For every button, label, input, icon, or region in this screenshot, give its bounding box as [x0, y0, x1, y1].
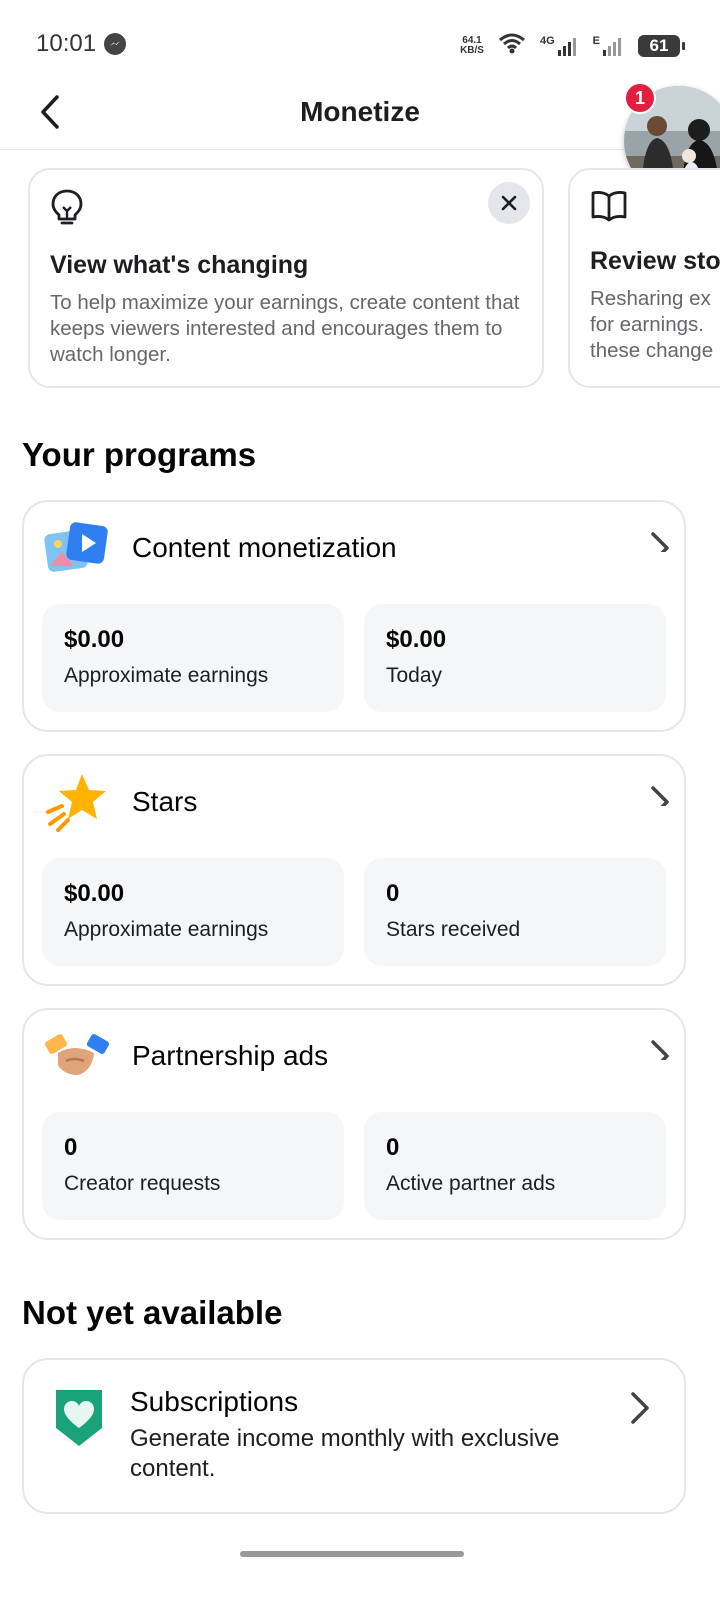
stat-box: $0.00 Approximate earnings [42, 604, 344, 712]
program-card-content-monetization[interactable]: Content monetization $0.00 Approximate e… [22, 500, 686, 732]
program-name: Partnership ads [132, 1040, 329, 1071]
home-indicator[interactable] [240, 1551, 464, 1557]
program-card-stars[interactable]: Stars $0.00 Approximate earnings 0 Stars… [22, 754, 686, 986]
section-heading-not-available: Not yet available [22, 1294, 283, 1331]
chevron-right-icon [651, 1040, 669, 1060]
tip-text: Resharing ex for earnings. these change [590, 287, 714, 362]
signal-sim1: 4G [540, 35, 579, 57]
battery-indicator: 61 [638, 34, 685, 57]
tip-card[interactable]: Review stor Resharing ex for earnings. t… [568, 168, 720, 388]
chevron-right-icon [631, 1392, 649, 1424]
signal-bars-icon [603, 37, 621, 56]
chevron-right-icon [651, 532, 669, 552]
book-icon [590, 191, 628, 226]
tip-title: Review stor [590, 247, 720, 275]
top-bar: Monetize [0, 80, 720, 150]
program-name: Subscriptions [130, 1386, 299, 1417]
handshake-icon [44, 1027, 110, 1085]
lightbulb-icon [50, 189, 84, 230]
program-card-partnership-ads[interactable]: Partnership ads 0 Creator requests 0 Act… [22, 1008, 686, 1240]
close-icon [501, 195, 517, 211]
stat-box: $0.00 Today [364, 604, 666, 712]
close-button[interactable] [488, 182, 530, 224]
status-icons: 64.1 KB/S 4G E 61 [460, 32, 685, 59]
wifi-icon [498, 32, 526, 59]
program-name: Stars [132, 786, 198, 817]
program-name: Content monetization [132, 532, 397, 563]
signal-bars-icon [557, 37, 576, 56]
status-time: 10:01 [36, 30, 127, 58]
messenger-icon [104, 33, 127, 55]
tip-text: To help maximize your earnings, create c… [50, 291, 520, 366]
program-card-subscriptions[interactable]: Subscriptions Generate income monthly wi… [22, 1358, 686, 1514]
page-title: Monetize [300, 96, 420, 127]
tip-card[interactable]: View what's changing To help maximize yo… [28, 168, 544, 388]
clock: 10:01 [36, 30, 97, 57]
stat-box: 0 Active partner ads [364, 1112, 666, 1220]
heart-badge-icon [56, 1390, 102, 1446]
stat-box: 0 Stars received [364, 858, 666, 966]
program-description: Generate income monthly with exclusive c… [130, 1425, 560, 1482]
net-speed: 64.1 KB/S [460, 34, 484, 56]
status-bar: 10:01 64.1 KB/S 4G E 61 [0, 0, 720, 90]
stat-box: $0.00 Approximate earnings [42, 858, 344, 966]
content-media-icon [44, 519, 110, 577]
tips-carousel[interactable]: View what's changing To help maximize yo… [28, 168, 720, 390]
section-heading-programs: Your programs [22, 436, 257, 473]
stat-box: 0 Creator requests [42, 1112, 344, 1220]
signal-sim2: E [593, 35, 624, 57]
notification-badge: 1 [624, 82, 656, 114]
tip-title: View what's changing [50, 251, 309, 279]
chevron-right-icon [651, 786, 669, 806]
star-icon [44, 773, 110, 832]
